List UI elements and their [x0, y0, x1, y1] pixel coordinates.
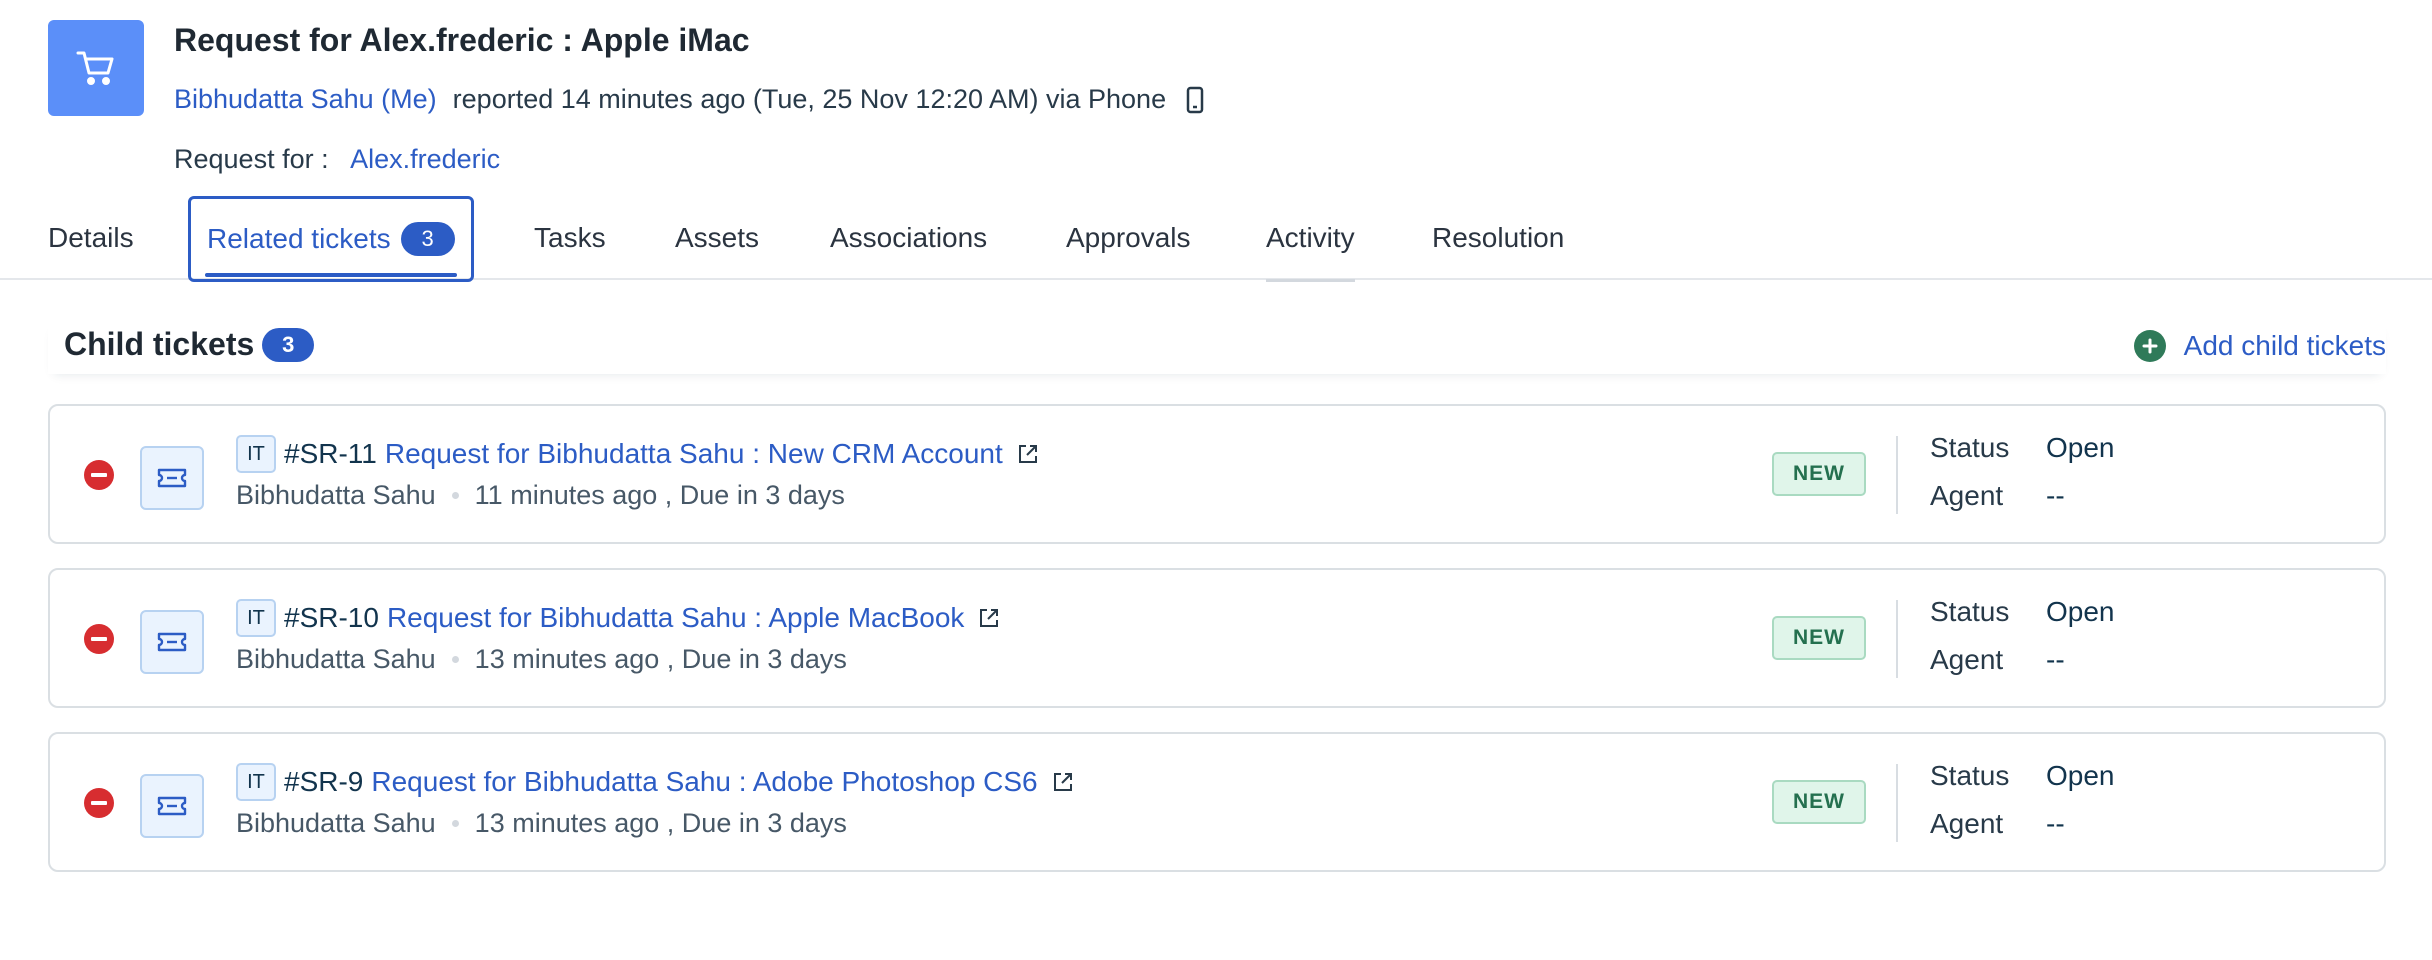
separator-dot — [451, 656, 459, 663]
count-badge: 3 — [400, 222, 455, 256]
section-title-text: Child tickets — [64, 326, 255, 362]
ticket-title-row: IT #SR-9 Request for Bibhudatta Sahu : A… — [236, 762, 1074, 802]
ticket-icon — [140, 446, 204, 510]
agent-label: Agent — [1930, 480, 2004, 511]
tab-tasks[interactable]: Tasks — [534, 196, 606, 280]
add-child-tickets-button[interactable]: Add child tickets — [2133, 330, 2386, 362]
ticket-icon — [140, 610, 204, 674]
add-child-tickets-label: Add child tickets — [2183, 330, 2386, 361]
reported-text: reported 14 minutes ago (Tue, 25 Nov 12:… — [452, 84, 1167, 114]
agent-value: -- — [2046, 808, 2065, 839]
ticket-header: Request for Alex.frederic : Apple iMac B… — [48, 20, 2388, 180]
agent-value: -- — [2046, 480, 2065, 511]
mobile-phone-icon — [1186, 86, 1204, 114]
workspace-tag: IT — [236, 763, 276, 801]
status-field: Status Open — [1930, 596, 2115, 628]
separator-dot — [451, 492, 459, 499]
section-title: Child tickets 3 — [64, 326, 315, 363]
separator-dot — [451, 820, 459, 827]
tab-label: Associations — [830, 222, 988, 253]
reporter-link[interactable]: Bibhudatta Sahu (Me) — [174, 84, 437, 115]
agent-value: -- — [2046, 644, 2065, 675]
ticket-subject-link[interactable]: Request for Bibhudatta Sahu : Apple MacB… — [387, 602, 965, 634]
ticket-title-row: IT #SR-10 Request for Bibhudatta Sahu : … — [236, 598, 1000, 638]
agent-field: Agent -- — [1930, 808, 2065, 840]
divider — [1896, 436, 1898, 514]
request-for-label: Request for : — [174, 144, 329, 174]
status-label: Status — [1930, 760, 2010, 791]
tab-label: Assets — [675, 222, 760, 253]
ticket-time: 13 minutes ago , Due in 3 days — [474, 644, 847, 674]
tab-label: Details — [48, 222, 134, 253]
agent-label: Agent — [1930, 808, 2004, 839]
ticket-meta-row: Bibhudatta Sahu 13 minutes ago , Due in … — [236, 644, 847, 675]
status-field: Status Open — [1930, 760, 2115, 792]
tab-associations[interactable]: Associations — [830, 196, 987, 280]
workspace-tag: IT — [236, 435, 276, 473]
child-ticket-card: IT #SR-11 Request for Bibhudatta Sahu : … — [48, 404, 2386, 544]
tab-related-tickets[interactable]: Related tickets 3 — [188, 196, 474, 282]
ticket-subject-link[interactable]: Request for Bibhudatta Sahu : Adobe Phot… — [371, 766, 1037, 798]
status-value: Open — [2046, 760, 2115, 791]
child-ticket-card: IT #SR-9 Request for Bibhudatta Sahu : A… — [48, 732, 2386, 872]
tab-label: Approvals — [1066, 222, 1191, 253]
status-badge: NEW — [1772, 452, 1866, 496]
external-link-icon[interactable] — [978, 607, 1000, 629]
status-badge: NEW — [1772, 780, 1866, 824]
page-title: Request for Alex.frederic : Apple iMac — [174, 22, 750, 58]
ticket-subject-link[interactable]: Request for Bibhudatta Sahu : New CRM Ac… — [385, 438, 1003, 470]
child-ticket-card: IT #SR-10 Request for Bibhudatta Sahu : … — [48, 568, 2386, 708]
ticket-icon — [140, 774, 204, 838]
tab-details[interactable]: Details — [48, 196, 134, 280]
shopping-cart-icon — [48, 20, 144, 116]
tab-label: Activity — [1266, 222, 1355, 253]
ticket-meta-row: Bibhudatta Sahu 11 minutes ago , Due in … — [236, 480, 845, 511]
requester-name: Bibhudatta Sahu — [236, 808, 436, 838]
tab-label: Tasks — [534, 222, 606, 253]
tab-approvals[interactable]: Approvals — [1066, 196, 1191, 280]
status-badge: NEW — [1772, 616, 1866, 660]
minus-circle-icon[interactable] — [84, 624, 114, 654]
count-badge: 3 — [262, 327, 315, 362]
agent-field: Agent -- — [1930, 480, 2065, 512]
status-field: Status Open — [1930, 432, 2115, 464]
request-for-link[interactable]: Alex.frederic — [350, 144, 500, 174]
ticket-title-row: IT #SR-11 Request for Bibhudatta Sahu : … — [236, 434, 1039, 474]
status-label: Status — [1930, 596, 2010, 627]
divider — [1896, 600, 1898, 678]
requester-name: Bibhudatta Sahu — [236, 480, 436, 510]
requester-name: Bibhudatta Sahu — [236, 644, 436, 674]
agent-label: Agent — [1930, 644, 2004, 675]
child-tickets-header: Child tickets 3 Add child tickets — [48, 320, 2386, 374]
request-for-row: Request for : Alex.frederic — [174, 144, 500, 175]
tab-assets[interactable]: Assets — [675, 196, 759, 280]
tab-resolution[interactable]: Resolution — [1432, 196, 1564, 280]
tab-label: Resolution — [1432, 222, 1565, 253]
external-link-icon[interactable] — [1052, 771, 1074, 793]
ticket-id: #SR-9 — [284, 766, 364, 797]
tab-label: Related tickets — [207, 223, 391, 254]
workspace-tag: IT — [236, 599, 276, 637]
tab-activity[interactable]: Activity — [1266, 196, 1355, 282]
ticket-id: #SR-11 — [284, 438, 377, 469]
external-link-icon[interactable] — [1017, 443, 1039, 465]
ticket-time: 11 minutes ago , Due in 3 days — [474, 480, 845, 510]
tab-bar: Details Related tickets 3 Tasks Assets A… — [0, 196, 2432, 282]
status-value: Open — [2046, 596, 2115, 627]
minus-circle-icon[interactable] — [84, 788, 114, 818]
ticket-meta-row: Bibhudatta Sahu 13 minutes ago , Due in … — [236, 808, 847, 839]
divider — [1896, 764, 1898, 842]
ticket-id: #SR-10 — [284, 602, 379, 633]
status-value: Open — [2046, 432, 2115, 463]
plus-circle-icon — [2133, 330, 2166, 362]
status-label: Status — [1930, 432, 2010, 463]
ticket-meta: Bibhudatta Sahu (Me) reported 14 minutes… — [174, 84, 1204, 115]
minus-circle-icon[interactable] — [84, 460, 114, 490]
ticket-time: 13 minutes ago , Due in 3 days — [474, 808, 847, 838]
agent-field: Agent -- — [1930, 644, 2065, 676]
